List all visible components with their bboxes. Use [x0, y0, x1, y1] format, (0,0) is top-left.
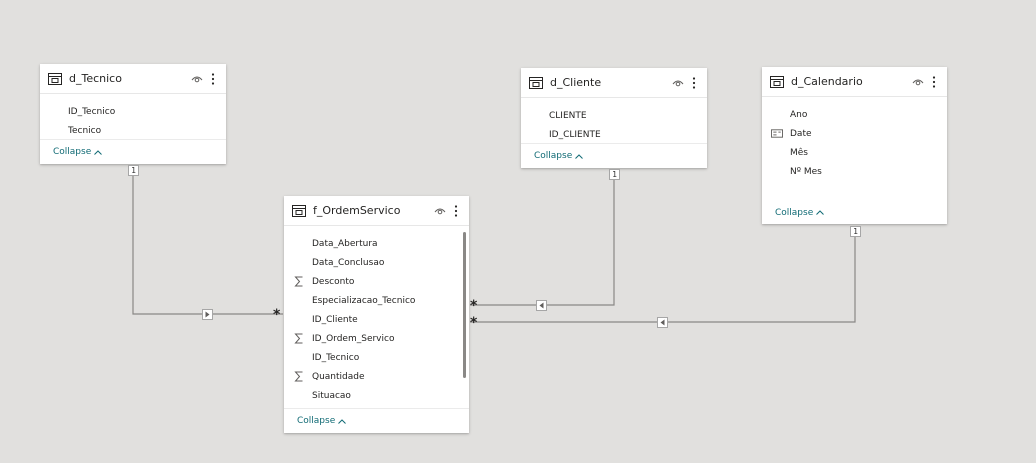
more-options-icon[interactable] [687, 76, 701, 90]
field-row[interactable]: Especializacao_Tecnico [284, 291, 469, 310]
field-row[interactable]: Data_Conclusao [284, 253, 469, 272]
eye-icon[interactable] [671, 76, 685, 90]
filter-direction-right-icon[interactable] [202, 309, 213, 320]
table-header[interactable]: d_Cliente [521, 68, 707, 98]
cardinality-many-mark: * [273, 307, 281, 323]
field-list: Data_Abertura Data_Conclusao Desconto Es… [284, 226, 469, 405]
table-header[interactable]: d_Calendario [762, 67, 947, 97]
card-footer: Collapse [762, 201, 947, 224]
field-label: Desconto [312, 276, 355, 287]
field-label: ID_Tecnico [312, 352, 360, 363]
eye-icon[interactable] [433, 204, 447, 218]
field-row[interactable]: Date [762, 124, 947, 143]
collapse-label: Collapse [297, 416, 336, 426]
field-list: CLIENTE ID_CLIENTE [521, 98, 707, 144]
collapse-label: Collapse [534, 151, 573, 161]
field-list: Ano Date Mês Nº Mes [762, 97, 947, 181]
field-label: Date [790, 128, 812, 139]
eye-icon[interactable] [911, 75, 925, 89]
field-label: ID_Cliente [312, 314, 358, 325]
more-options-icon[interactable] [206, 72, 220, 86]
relationship-line-tecnico[interactable] [132, 171, 283, 315]
field-row[interactable]: Situacao [284, 386, 469, 405]
field-row[interactable]: CLIENTE [521, 106, 707, 125]
model-view-canvas[interactable]: d_Tecnico ID_Tecnico Tecnico Collapse d_… [0, 0, 1036, 463]
collapse-button[interactable]: Collapse [534, 151, 584, 161]
filter-direction-left-icon[interactable] [536, 300, 547, 311]
collapse-button[interactable]: Collapse [775, 207, 825, 218]
field-label: CLIENTE [549, 110, 587, 121]
collapse-button[interactable]: Collapse [297, 416, 347, 426]
table-title: f_OrdemServico [313, 204, 401, 217]
eye-icon[interactable] [190, 72, 204, 86]
field-row[interactable]: Desconto [284, 272, 469, 291]
collapse-button[interactable]: Collapse [53, 147, 103, 157]
card-footer: Collapse [40, 139, 226, 164]
more-options-icon[interactable] [927, 75, 941, 89]
field-row[interactable]: ID_Tecnico [284, 348, 469, 367]
more-options-icon[interactable] [449, 204, 463, 218]
card-footer: Collapse [284, 408, 469, 433]
chevron-up-icon [816, 210, 825, 215]
table-header[interactable]: d_Tecnico [40, 64, 226, 94]
field-list: ID_Tecnico Tecnico [40, 94, 226, 140]
field-label: Nº Mes [790, 166, 822, 177]
field-label: ID_CLIENTE [549, 129, 601, 140]
field-label: Situacao [312, 390, 351, 401]
field-label: Data_Conclusao [312, 257, 385, 268]
date-hierarchy-icon [771, 127, 783, 139]
field-label: Quantidade [312, 371, 365, 382]
collapse-label: Collapse [775, 207, 814, 218]
sigma-icon [293, 332, 305, 344]
field-row[interactable]: ID_CLIENTE [521, 125, 707, 144]
table-title: d_Tecnico [69, 72, 122, 85]
field-row[interactable]: Mês [762, 143, 947, 162]
table-title: d_Cliente [550, 76, 602, 89]
field-row[interactable]: ID_Cliente [284, 310, 469, 329]
sigma-icon [293, 370, 305, 382]
sigma-icon [293, 275, 305, 287]
field-row[interactable]: Data_Abertura [284, 234, 469, 253]
field-row[interactable]: ID_Tecnico [40, 102, 226, 121]
table-icon [291, 203, 307, 219]
cardinality-one-badge: 1 [609, 169, 620, 180]
vertical-scrollbar[interactable] [463, 232, 466, 378]
card-footer: Collapse [521, 143, 707, 168]
table-icon [47, 71, 63, 87]
chevron-up-icon [338, 418, 347, 424]
cardinality-one-badge: 1 [128, 165, 139, 176]
field-label: ID_Tecnico [68, 106, 116, 117]
relationship-line-cliente[interactable] [470, 175, 615, 306]
field-row[interactable]: Quantidade [284, 367, 469, 386]
chevron-up-icon [94, 149, 103, 155]
field-row[interactable]: ID_Ordem_Servico [284, 329, 469, 348]
chevron-up-icon [575, 153, 584, 159]
cardinality-one-badge: 1 [850, 226, 861, 237]
field-label: Tecnico [68, 125, 102, 136]
table-icon [528, 75, 544, 91]
table-card-d-tecnico[interactable]: d_Tecnico ID_Tecnico Tecnico Collapse [40, 64, 226, 164]
field-label: Data_Abertura [312, 238, 378, 249]
table-card-d-cliente[interactable]: d_Cliente CLIENTE ID_CLIENTE Collapse [521, 68, 707, 168]
collapse-label: Collapse [53, 147, 92, 157]
field-label: ID_Ordem_Servico [312, 333, 395, 344]
table-icon [769, 74, 785, 90]
relationship-line-calendario[interactable] [470, 232, 856, 323]
field-label: Ano [790, 109, 808, 120]
filter-direction-left-icon[interactable] [657, 317, 668, 328]
field-label: Mês [790, 147, 808, 158]
cardinality-many-mark: * [470, 315, 478, 331]
field-label: Especializacao_Tecnico [312, 295, 416, 306]
field-row[interactable]: Tecnico [40, 121, 226, 140]
table-card-f-ordemservico[interactable]: f_OrdemServico Data_Abertura Data_Conclu… [284, 196, 469, 433]
field-row[interactable]: Ano [762, 105, 947, 124]
field-row[interactable]: Nº Mes [762, 162, 947, 181]
table-title: d_Calendario [791, 75, 863, 88]
table-card-d-calendario[interactable]: d_Calendario Ano Date Mês Nº Mes Collaps… [762, 67, 947, 224]
table-header[interactable]: f_OrdemServico [284, 196, 469, 226]
cardinality-many-mark: * [470, 298, 478, 314]
